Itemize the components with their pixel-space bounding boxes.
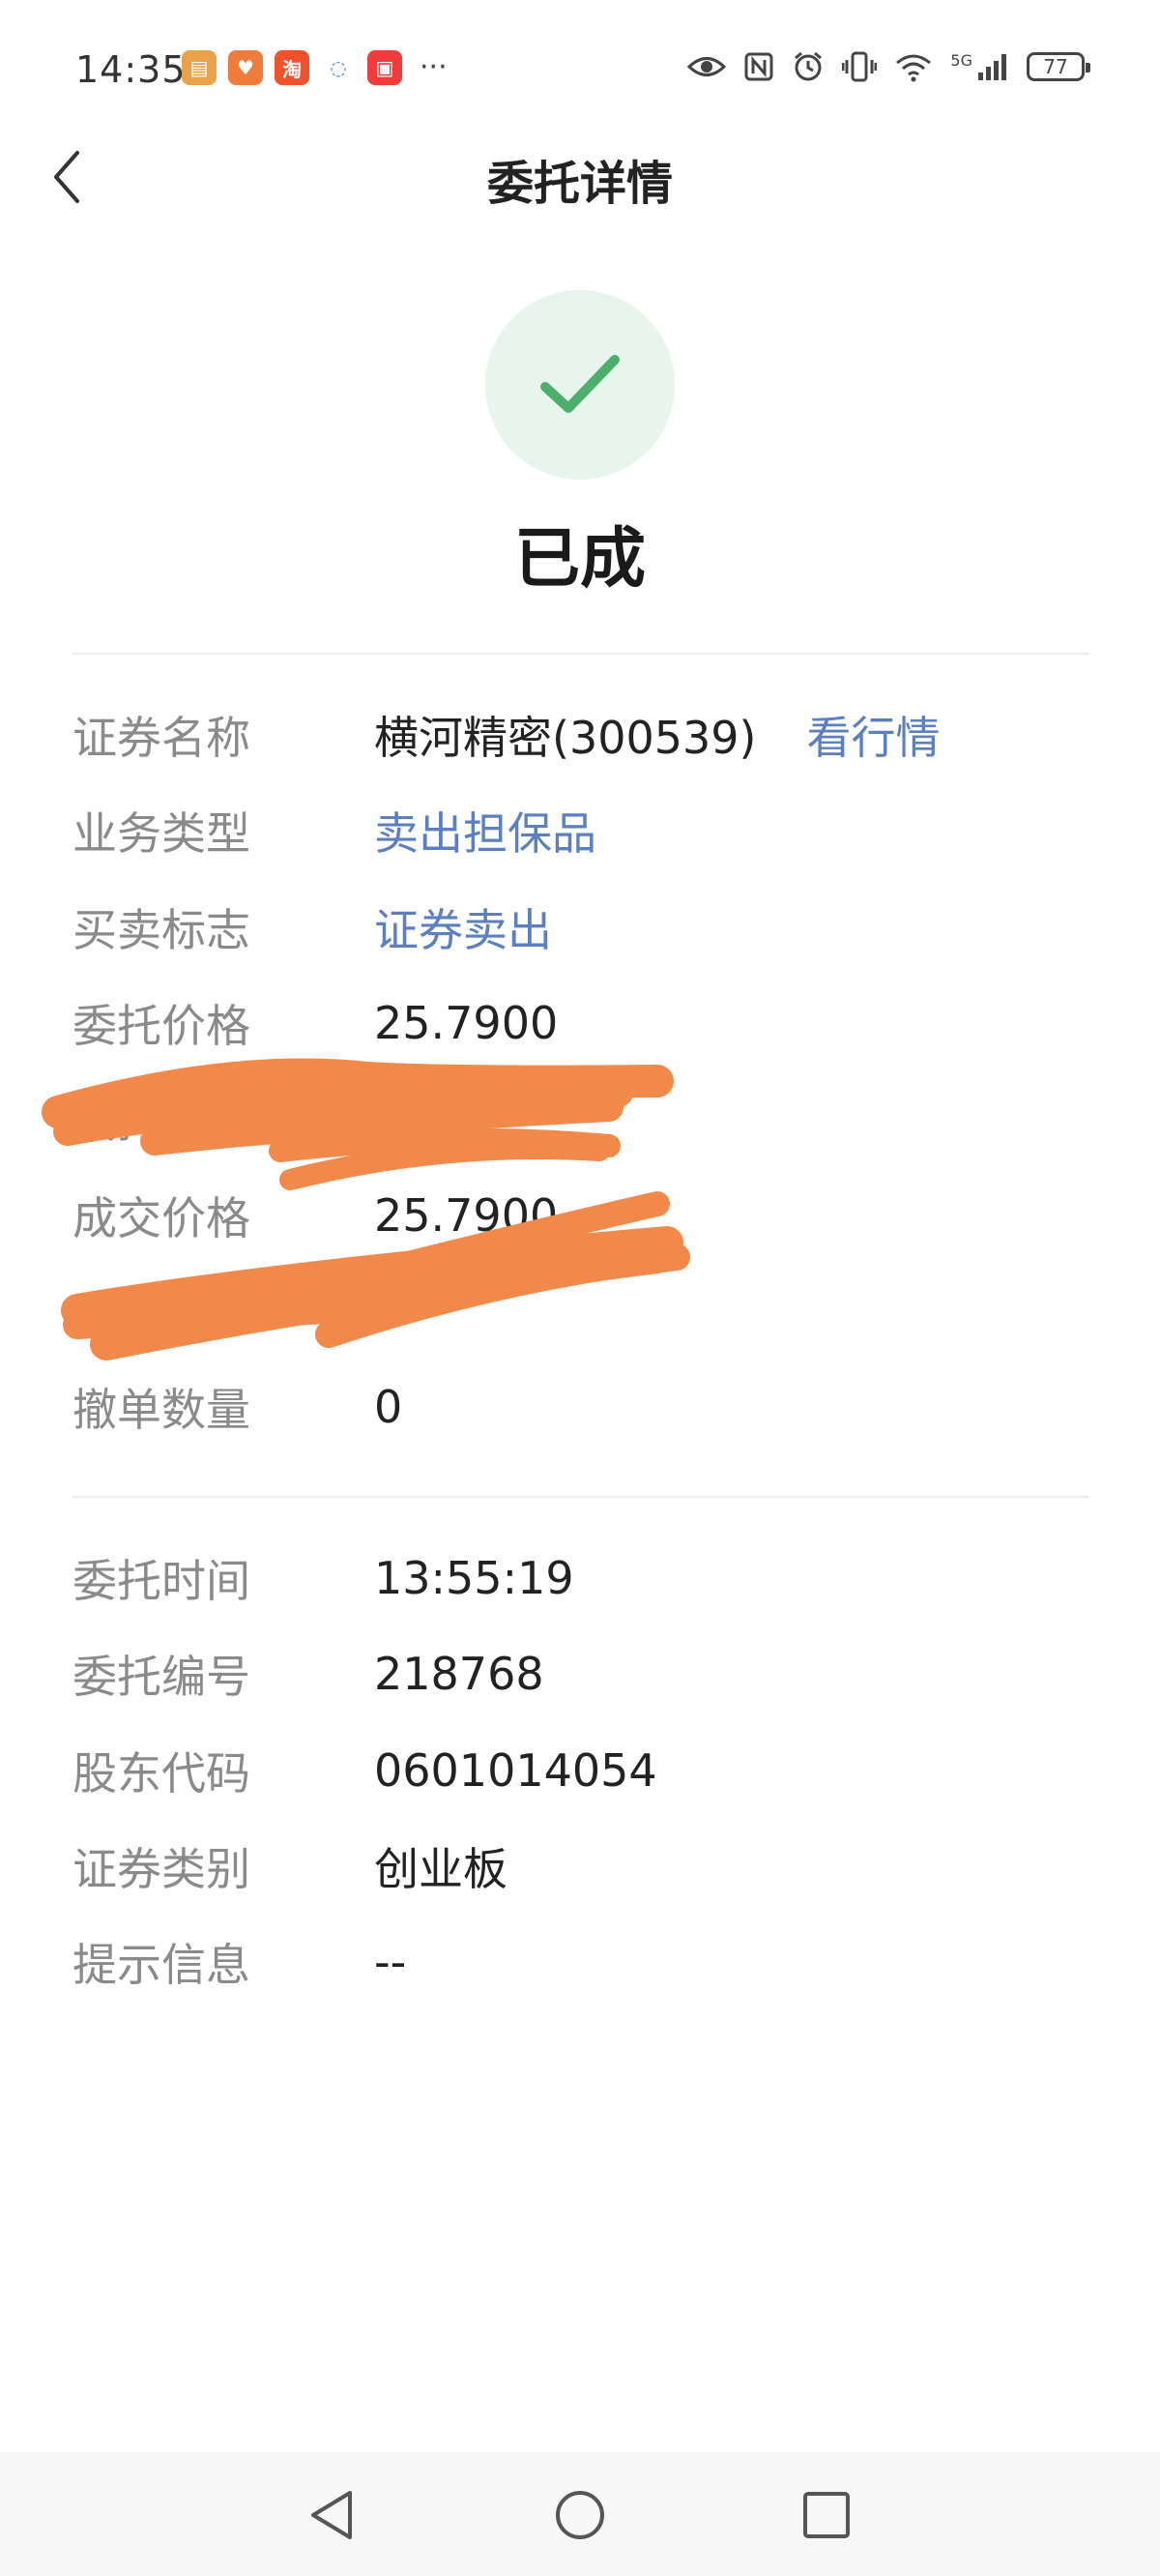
signal-label: 5G [950, 50, 972, 70]
detail-row-security-name: 证券名称 横河精密(300539) 看行情 [72, 706, 941, 764]
detail-label: 委托编号 [72, 1651, 250, 1703]
detail-label: 证券名称 [72, 712, 250, 764]
detail-label: 买卖标志 [72, 904, 250, 956]
detail-row-security-category: 证券类别 创业板 [72, 1837, 508, 1895]
nav-recents-icon[interactable] [793, 2481, 860, 2549]
more-notifications-icon: ··· [420, 50, 448, 84]
hint-info-value: -- [374, 1936, 407, 1988]
detail-label: 业务类型 [72, 807, 250, 860]
divider [72, 1496, 1089, 1498]
security-name-value: 横河精密(300539) [374, 712, 757, 764]
system-icons: 5G 77 [687, 50, 1090, 83]
detail-label: 股东代码 [72, 1747, 250, 1800]
wifi-icon [896, 54, 932, 82]
detail-row-cancel-quantity: 撤单数量 0 [72, 1378, 402, 1436]
chat-app-icon: ◌ [321, 50, 356, 85]
detail-label: 提示信息 [72, 1939, 250, 1991]
detail-row-trade-direction: 买卖标志 证券卖出 [72, 898, 552, 956]
app-notification-icon: ▤ [182, 50, 217, 85]
vibrate-icon [842, 51, 878, 82]
shareholder-code-value: 0601014054 [374, 1744, 657, 1797]
page-title: 委托详情 [486, 157, 673, 211]
security-category-value: 创业板 [374, 1843, 508, 1895]
detail-row-order-number: 委托编号 218768 [72, 1645, 544, 1703]
cell-signal-icon [978, 54, 1006, 80]
view-quote-link[interactable]: 看行情 [807, 703, 941, 767]
video-app-icon: ▣ [367, 50, 402, 85]
detail-label: 委托时间 [72, 1555, 250, 1607]
nav-back-icon[interactable] [300, 2481, 367, 2549]
detail-label: 撤单数量 [72, 1384, 250, 1436]
detail-row-shareholder-code: 股东代码 0601014054 [72, 1742, 657, 1800]
detail-row-hint-info: 提示信息 -- [72, 1933, 406, 1991]
detail-label: 证券类别 [72, 1843, 250, 1895]
detail-row-order-time: 委托时间 13:55:19 [72, 1549, 574, 1607]
check-icon [540, 355, 620, 413]
notification-icons: ▤ ♥ 淘 ◌ ▣ ··· [182, 50, 448, 85]
trade-direction-value: 证券卖出 [374, 904, 552, 956]
business-type-value: 卖出担保品 [374, 807, 596, 860]
taobao-app-icon: 淘 [275, 50, 309, 85]
cancel-quantity-value: 0 [374, 1381, 403, 1433]
nav-home-icon[interactable] [546, 2481, 614, 2549]
heart-app-icon: ♥ [228, 50, 263, 85]
order-time-value: 13:55:19 [374, 1552, 574, 1604]
status-time: 14:35 [75, 48, 187, 91]
alarm-icon [795, 51, 823, 81]
status-bar: 14:35 ▤ ♥ 淘 ◌ ▣ ··· 5G 77 [0, 0, 1160, 145]
order-number-value: 218768 [374, 1648, 544, 1700]
nfc-icon [744, 52, 773, 81]
battery-icon: 77 [1027, 52, 1090, 81]
redaction-scribble [42, 1058, 690, 1361]
order-status: 已成 [513, 521, 646, 598]
eye-icon [687, 57, 727, 76]
battery-level: 77 [1043, 55, 1068, 78]
system-nav-bar [0, 2452, 1160, 2576]
detail-row-business-type: 业务类型 卖出担保品 [72, 802, 596, 860]
divider [72, 653, 1089, 655]
status-circle [485, 290, 675, 480]
